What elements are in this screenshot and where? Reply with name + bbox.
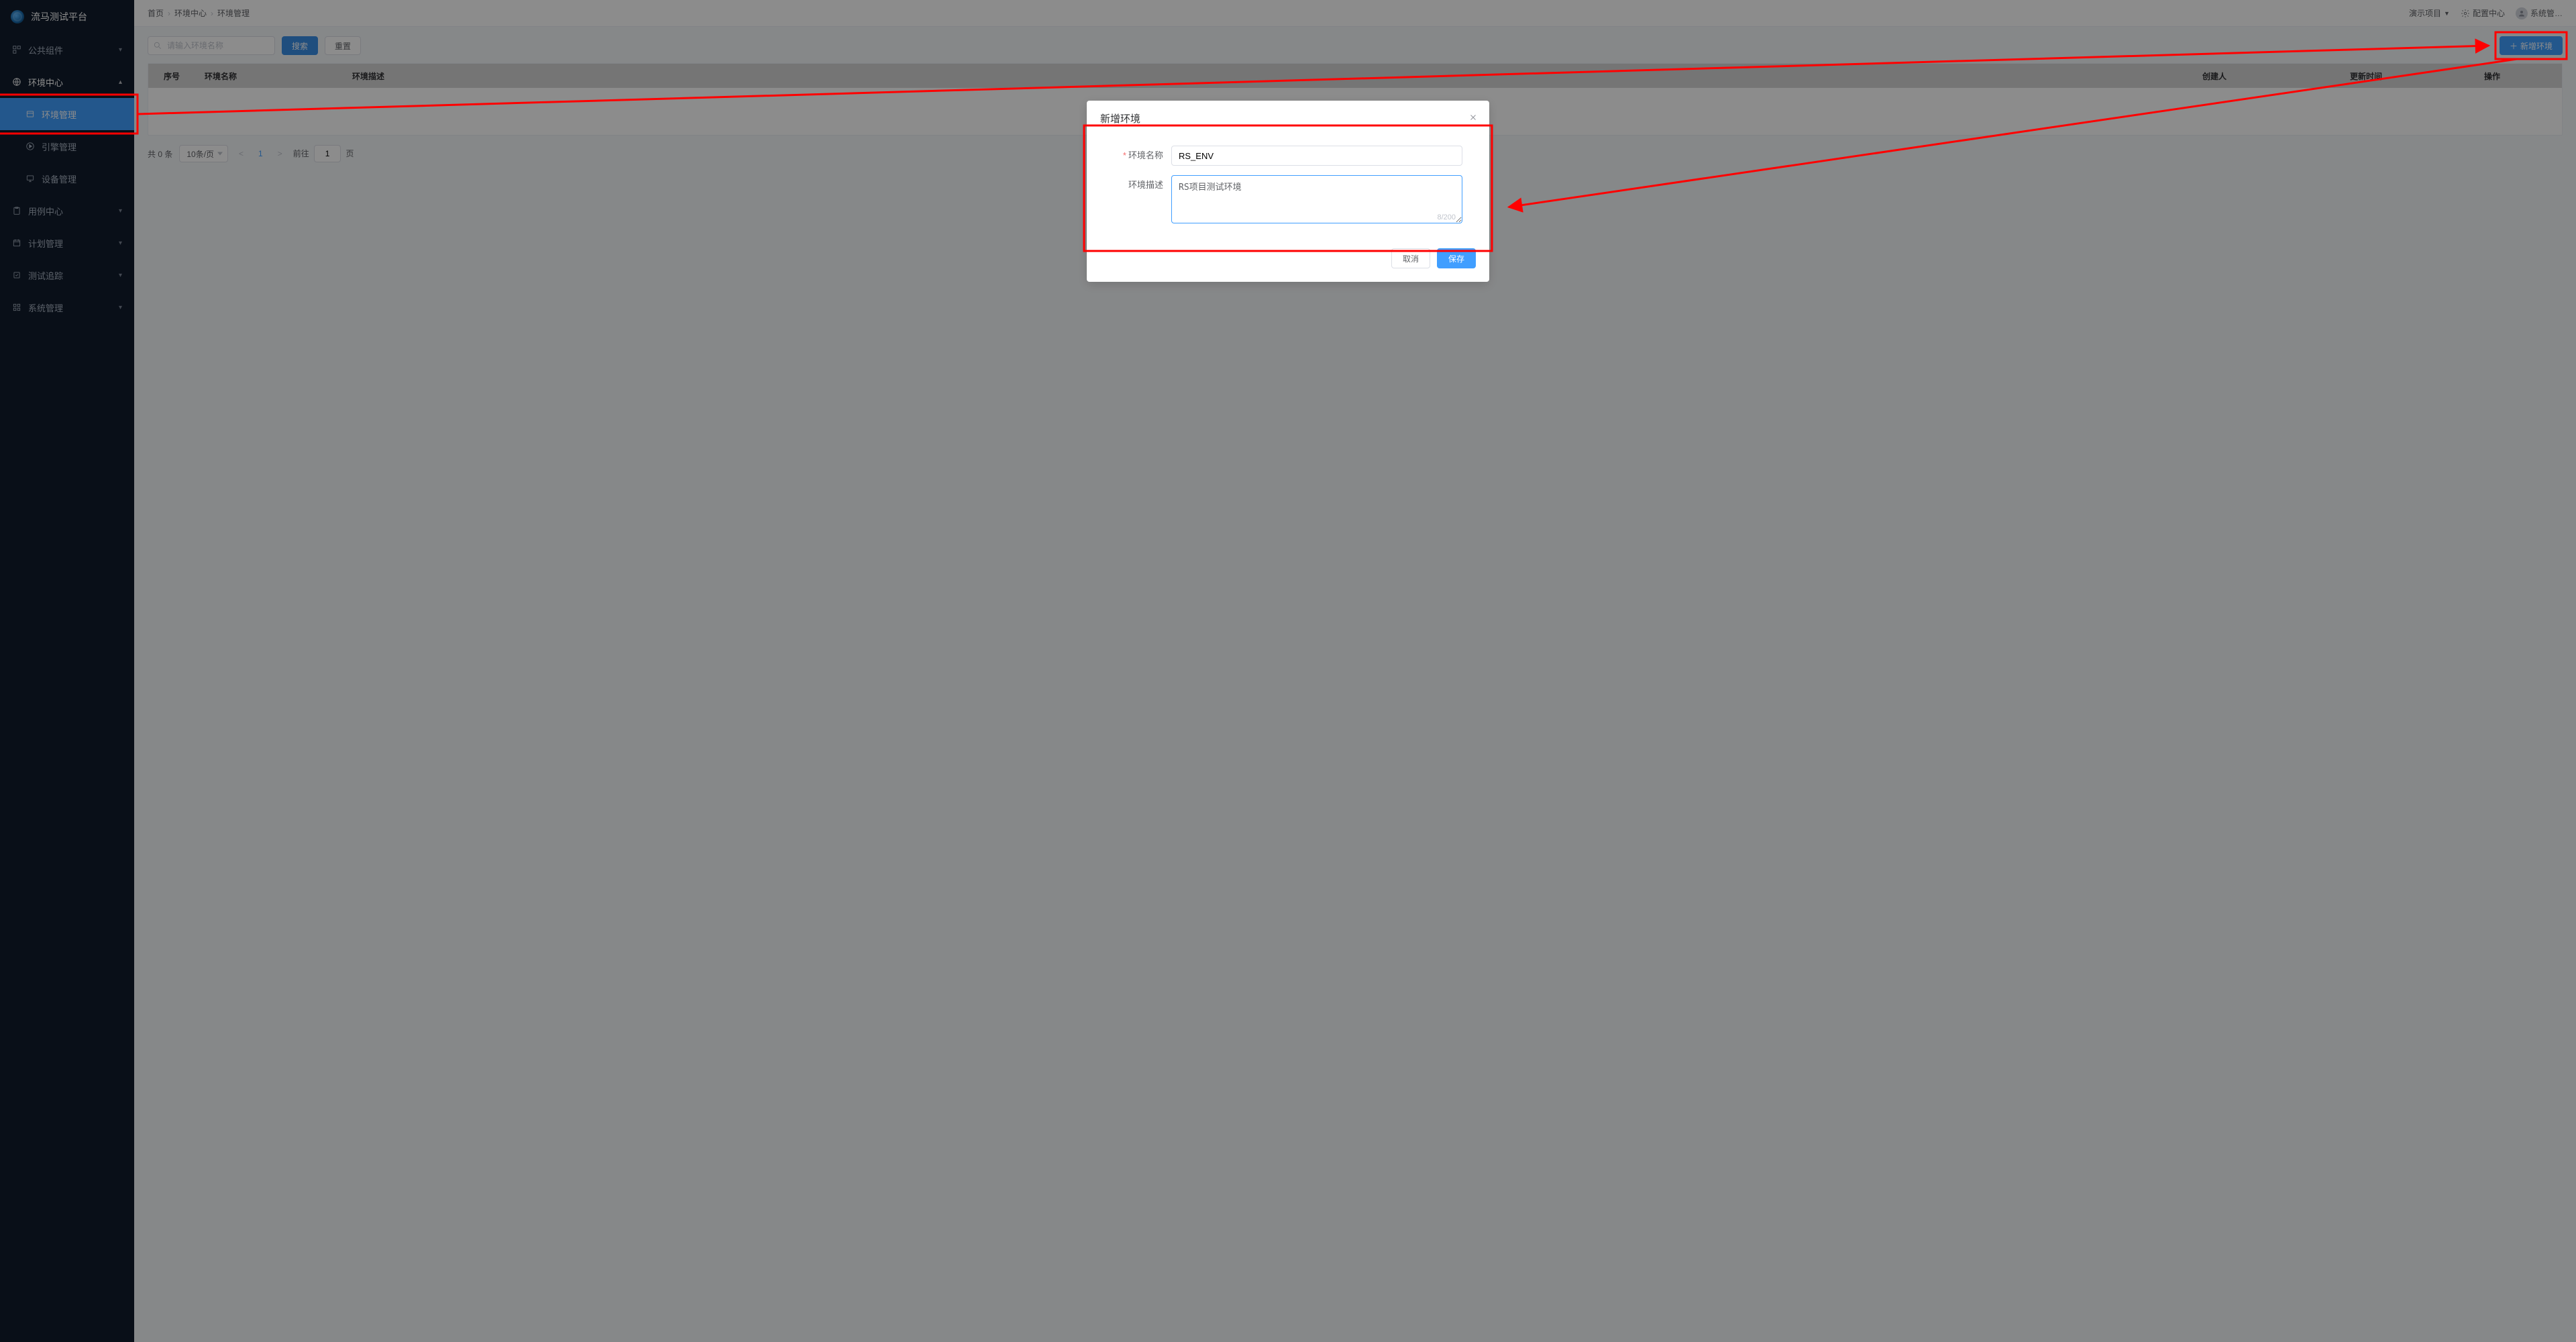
env-name-input[interactable]: [1171, 146, 1462, 166]
form-row-env-name: *环境名称: [1114, 146, 1462, 166]
required-mark: *: [1123, 150, 1126, 160]
close-icon: [1469, 113, 1477, 121]
env-name-label: *环境名称: [1114, 146, 1171, 166]
form-row-env-desc: 环境描述 8/200: [1114, 175, 1462, 225]
char-counter: 8/200: [1437, 213, 1456, 221]
env-desc-label: 环境描述: [1114, 175, 1171, 195]
modal-mask[interactable]: 新增环境 *环境名称 环境描述 8/200 取消 保存: [0, 0, 2576, 1342]
dialog-title: 新增环境: [1087, 101, 1489, 128]
dialog-close-button[interactable]: [1466, 110, 1480, 126]
cancel-button[interactable]: 取消: [1391, 248, 1430, 268]
env-desc-textarea[interactable]: [1171, 175, 1462, 223]
add-env-dialog: 新增环境 *环境名称 环境描述 8/200 取消 保存: [1087, 101, 1489, 282]
save-button[interactable]: 保存: [1437, 248, 1476, 268]
